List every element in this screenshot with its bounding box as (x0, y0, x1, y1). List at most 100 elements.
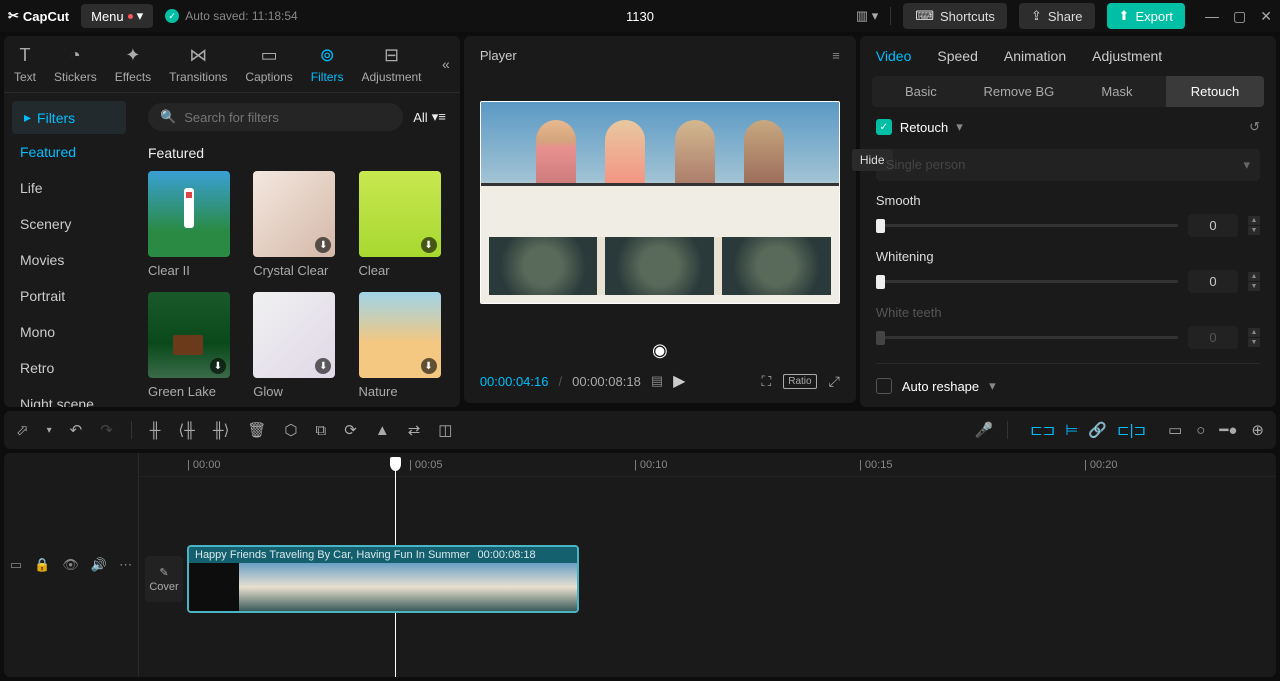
tab-video[interactable]: Video (876, 48, 912, 64)
search-input-wrapper[interactable]: 🔍 (148, 103, 403, 131)
delete-icon[interactable]: 🗑 (247, 421, 266, 439)
nav-life[interactable]: Life (4, 170, 134, 206)
search-input[interactable] (184, 110, 391, 125)
speaker-icon[interactable]: 🔊 (91, 557, 107, 573)
copy-icon[interactable]: ⧉ (316, 422, 327, 439)
lock-icon[interactable]: 🔒 (34, 557, 50, 573)
chevron-down-icon[interactable]: ▾ (956, 119, 963, 135)
tab-filters[interactable]: ⊚Filters (311, 44, 344, 84)
whitening-value[interactable]: 0 (1188, 270, 1238, 293)
video-preview[interactable] (480, 101, 840, 304)
tab-text[interactable]: TText (14, 44, 36, 84)
close-icon[interactable]: ✕ (1260, 8, 1272, 25)
zoom-in-icon[interactable]: ⊕ (1251, 421, 1264, 439)
split-icon[interactable]: ╫ (150, 422, 161, 439)
keyboard-icon: ⌨ (915, 8, 934, 24)
filter-glow[interactable]: ⬇ Glow (253, 292, 340, 399)
timeline-ruler[interactable]: | 00:00 | 00:05 | 00:10 | 00:15 | 00:20 (139, 453, 1276, 477)
play-icon[interactable]: ▶ (673, 371, 685, 391)
preview-icon[interactable]: ▭ (1168, 421, 1182, 439)
check-icon: ✓ (165, 9, 179, 23)
nav-night-scene[interactable]: Night scene (4, 386, 134, 407)
filter-clear-ii[interactable]: Clear II (148, 171, 235, 278)
subtab-retouch[interactable]: Retouch (1166, 76, 1264, 107)
whitening-slider[interactable] (876, 280, 1178, 283)
crop-icon[interactable]: ◫ (438, 421, 452, 439)
spin-up-icon[interactable]: ▲ (1248, 272, 1260, 281)
subtab-mask[interactable]: Mask (1068, 76, 1166, 107)
spin-down-icon[interactable]: ▼ (1248, 226, 1260, 235)
trim-left-icon[interactable]: ⟨╫ (178, 421, 194, 439)
compare-icon[interactable]: ◉ (480, 340, 840, 361)
nav-portrait[interactable]: Portrait (4, 278, 134, 314)
nav-scenery[interactable]: Scenery (4, 206, 134, 242)
track-menu-icon[interactable]: ▭ (10, 557, 22, 573)
chevron-down-icon[interactable]: ▾ (989, 378, 996, 394)
all-filter-button[interactable]: All ▾≡ (413, 109, 446, 125)
smooth-value[interactable]: 0 (1188, 214, 1238, 237)
person-dropdown[interactable]: Single person▾ (876, 149, 1260, 181)
link-icon[interactable]: 🔗 (1088, 421, 1107, 439)
layout-icon[interactable]: ▥ ▾ (856, 8, 878, 24)
magnet-right-icon[interactable]: ⊏|⊐ (1117, 421, 1146, 439)
auto-reshape-checkbox[interactable] (876, 378, 892, 394)
ratio-button[interactable]: Ratio (783, 374, 816, 389)
player-title: Player (480, 48, 517, 63)
trim-right-icon[interactable]: ╫⟩ (213, 421, 229, 439)
spin-up-icon[interactable]: ▲ (1248, 216, 1260, 225)
cover-button[interactable]: ✎ Cover (145, 556, 183, 602)
magnet-left-icon[interactable]: ⊏⊐ (1030, 421, 1055, 439)
undo-icon[interactable]: ↶ (70, 421, 83, 439)
subtab-basic[interactable]: Basic (872, 76, 970, 107)
tab-effects[interactable]: ✦Effects (115, 44, 151, 84)
redo-icon[interactable]: ↷ (100, 421, 113, 439)
zoom-slider-icon[interactable]: ━● (1219, 421, 1237, 439)
zoom-out-icon[interactable]: ○ (1196, 422, 1205, 439)
maximize-icon[interactable]: ▢ (1233, 8, 1246, 25)
rotate-icon[interactable]: ⟳ (344, 421, 357, 439)
shield-icon[interactable]: ⬡ (284, 421, 297, 439)
filter-crystal-clear[interactable]: ⬇ Crystal Clear (253, 171, 340, 278)
nav-mono[interactable]: Mono (4, 314, 134, 350)
tab-adjustment-right[interactable]: Adjustment (1092, 48, 1162, 64)
share-button[interactable]: ⇪Share (1019, 3, 1095, 29)
subtab-remove-bg[interactable]: Remove BG (970, 76, 1068, 107)
spin-up-icon: ▲ (1248, 328, 1260, 337)
list-icon[interactable]: ▤ (651, 373, 663, 389)
tab-animation[interactable]: Animation (1004, 48, 1066, 64)
flip-icon[interactable]: ⇄ (408, 421, 421, 439)
tab-transitions[interactable]: ⋈Transitions (169, 44, 227, 84)
hamburger-icon[interactable]: ≡ (832, 48, 840, 63)
tab-adjustment[interactable]: ⊟Adjustment (361, 44, 421, 84)
fullscreen-icon[interactable]: ⤢ (829, 373, 840, 390)
tab-captions[interactable]: ▭Captions (245, 44, 292, 84)
smooth-slider[interactable] (876, 224, 1178, 227)
chevron-down-icon[interactable]: ▾ (47, 425, 52, 436)
mic-icon[interactable]: 🎤 (974, 421, 993, 439)
nav-movies[interactable]: Movies (4, 242, 134, 278)
cursor-icon[interactable]: ⬀ (16, 421, 29, 439)
more-icon[interactable]: ⋯ (119, 557, 132, 573)
mirror-icon[interactable]: ▲ (375, 422, 390, 439)
tab-stickers[interactable]: ◔Stickers (54, 44, 97, 84)
magnet-center-icon[interactable]: ⊨ (1065, 421, 1078, 439)
shortcuts-button[interactable]: ⌨Shortcuts (903, 3, 1007, 29)
nav-retro[interactable]: Retro (4, 350, 134, 386)
collapse-left-icon[interactable]: « (442, 56, 450, 72)
nav-featured[interactable]: Featured (4, 134, 134, 170)
filter-nature[interactable]: ⬇ Nature (359, 292, 446, 399)
menu-button[interactable]: Menu▾ (81, 4, 153, 28)
video-clip[interactable]: Happy Friends Traveling By Car, Having F… (187, 545, 579, 613)
minimize-icon[interactable]: ― (1205, 8, 1219, 25)
filter-clear[interactable]: ⬇ Clear (359, 171, 446, 278)
scan-icon[interactable]: ⛶ (761, 373, 771, 390)
retouch-checkbox[interactable]: ✓ (876, 119, 892, 135)
nav-filters-header[interactable]: ▸ Filters (12, 101, 126, 134)
eye-icon[interactable]: 👁 (62, 557, 79, 573)
tab-speed[interactable]: Speed (937, 48, 977, 64)
filter-green-lake[interactable]: ⬇ Green Lake (148, 292, 235, 399)
export-button[interactable]: ⬆Export (1107, 3, 1185, 29)
reset-icon[interactable]: ↺ (1249, 119, 1260, 135)
current-time: 00:00:04:16 (480, 374, 549, 389)
spin-down-icon[interactable]: ▼ (1248, 282, 1260, 291)
